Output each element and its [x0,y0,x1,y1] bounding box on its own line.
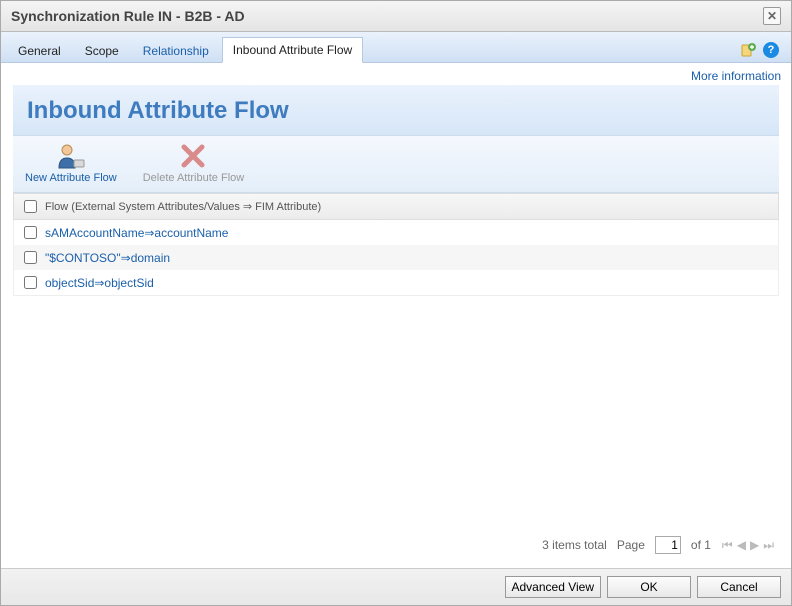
window-title: Synchronization Rule IN - B2B - AD [11,8,245,24]
more-info-row: More information [1,63,791,85]
cancel-button[interactable]: Cancel [697,576,781,598]
dialog-window: Synchronization Rule IN - B2B - AD ✕ Gen… [0,0,792,606]
more-information-link[interactable]: More information [691,69,781,83]
page-of-label: of 1 [691,538,711,552]
table-row: "$CONTOSO"⇒domain [14,245,778,270]
flow-link[interactable]: "$CONTOSO"⇒domain [45,251,170,265]
first-page-icon[interactable]: ⏮ [721,538,734,553]
row-checkbox[interactable] [24,226,37,239]
row-checkbox[interactable] [24,251,37,264]
close-icon: ✕ [767,9,777,23]
flow-link[interactable]: objectSid⇒objectSid [45,276,154,290]
delete-attribute-flow-label: Delete Attribute Flow [143,172,245,184]
ok-button[interactable]: OK [607,576,691,598]
row-checkbox[interactable] [24,276,37,289]
select-all-checkbox[interactable] [24,200,37,213]
tab-general[interactable]: General [7,38,72,63]
panel-header: Inbound Attribute Flow [13,85,779,135]
dialog-footer: Advanced View OK Cancel [1,568,791,605]
new-attribute-flow-button[interactable]: New Attribute Flow [21,140,121,186]
table-row: objectSid⇒objectSid [14,270,778,295]
page-input[interactable] [655,536,681,554]
tab-bar: General Scope Relationship Inbound Attri… [1,32,791,63]
flow-link[interactable]: sAMAccountName⇒accountName [45,226,228,240]
page-label: Page [617,538,645,552]
items-total-label: 3 items total [542,538,607,552]
content-area: Inbound Attribute Flow New Attribute Flo… [13,85,779,560]
paging-bar: 3 items total Page of 1 ⏮ ◀ ▶ ⏭ [13,530,779,560]
last-page-icon[interactable]: ⏭ [762,538,775,553]
help-icon[interactable]: ? [763,42,779,58]
new-attribute-flow-label: New Attribute Flow [25,172,117,184]
grid-header-label: Flow (External System Attributes/Values … [45,200,321,213]
delete-x-icon [175,142,211,170]
user-add-icon [53,142,89,170]
table-row: sAMAccountName⇒accountName [14,220,778,245]
tab-relationship[interactable]: Relationship [132,38,220,63]
title-bar: Synchronization Rule IN - B2B - AD ✕ [1,1,791,32]
prev-page-icon[interactable]: ◀ [736,538,747,553]
panel-title: Inbound Attribute Flow [27,97,765,125]
tab-scope[interactable]: Scope [74,38,130,63]
grid-header: Flow (External System Attributes/Values … [13,193,779,220]
grid-body: sAMAccountName⇒accountName "$CONTOSO"⇒do… [13,220,779,296]
add-tab-icon[interactable] [741,42,757,58]
toolbar: New Attribute Flow Delete Attribute Flow [13,135,779,193]
tab-inbound-attribute-flow[interactable]: Inbound Attribute Flow [222,37,363,63]
grid-spacer [13,296,779,530]
paging-nav: ⏮ ◀ ▶ ⏭ [721,538,775,553]
advanced-view-button[interactable]: Advanced View [505,576,602,598]
close-button[interactable]: ✕ [763,7,781,25]
delete-attribute-flow-button: Delete Attribute Flow [139,140,249,186]
next-page-icon[interactable]: ▶ [749,538,760,553]
